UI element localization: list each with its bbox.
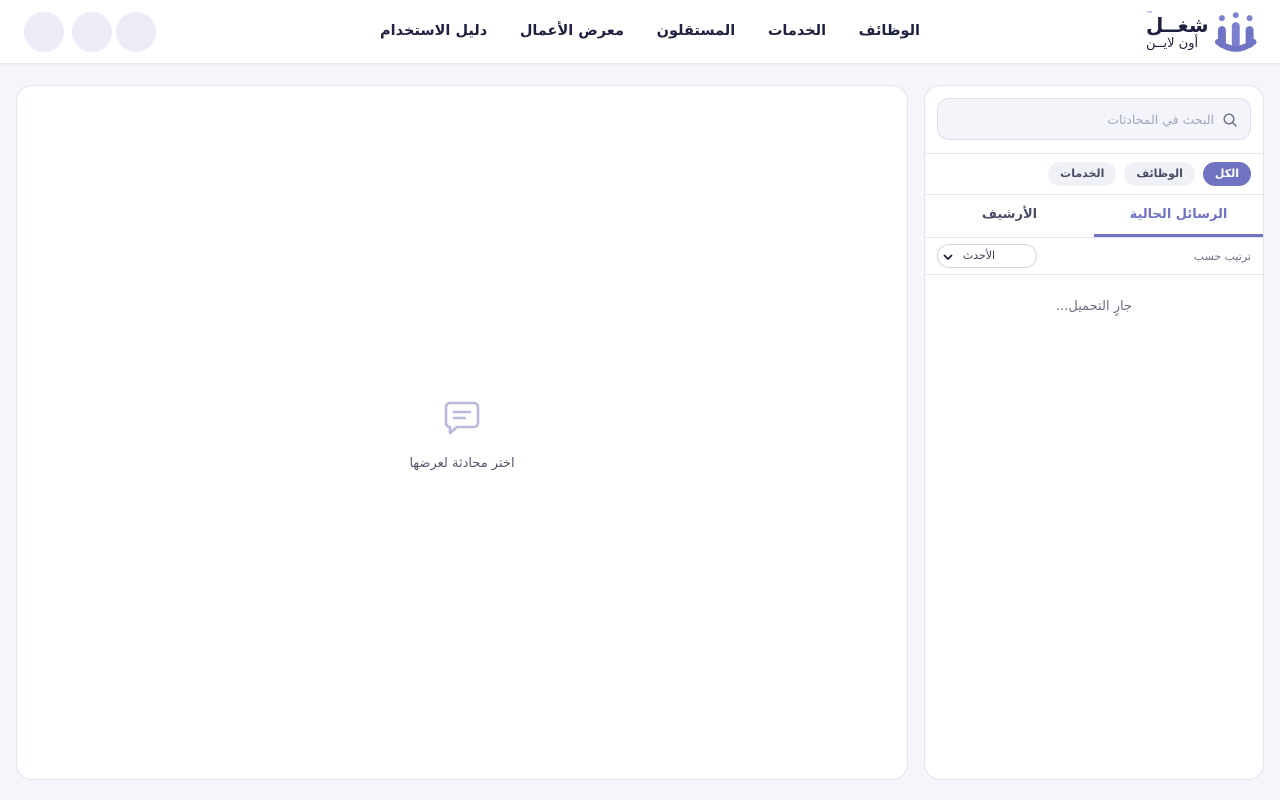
search-box [937,98,1251,140]
empty-state-text: اختر محادثة لعرضها [409,456,515,471]
logo-wordmark: شغــل أون لايــن [1146,15,1208,50]
header-action-button-1[interactable] [24,12,64,52]
nav-link-user-guide[interactable]: دليل الاستخدام [380,23,487,39]
trademark-mark: ™ [1146,10,1153,18]
nav-link-jobs[interactable]: الوظائف [859,23,920,39]
chat-bubble-icon [444,401,480,435]
main-nav: الوظائف الخدمات المستقلون معرض الأعمال د… [380,0,920,62]
logo-mark-icon [1215,12,1258,52]
conversation-panel: اختر محادثة لعرضها [16,85,908,780]
nav-link-services[interactable]: الخدمات [768,23,826,39]
filter-chips: الكل الوظائف الخدمات [925,154,1263,195]
nav-link-freelancers[interactable]: المستقلون [657,23,736,39]
chevron-down-icon [943,254,953,260]
filter-chip-all[interactable]: الكل [1202,162,1251,186]
sort-selected-value: الأحدث [962,249,996,262]
sort-label: ترتيب حسب [1193,249,1251,263]
loading-text: جارٍ التحميل... [1056,299,1132,314]
nav-link-portfolio[interactable]: معرض الأعمال [520,23,624,39]
filter-chip-jobs[interactable]: الوظائف [1124,162,1195,186]
sort-row: ترتيب حسب الأحدث [925,238,1263,275]
conversations-sidebar: الكل الوظائف الخدمات الرسائل الحالية الأ… [924,85,1264,780]
logo-sub-text: أون لايــن [1146,35,1199,51]
empty-state: اختر محادثة لعرضها [17,398,907,471]
search-input[interactable] [938,99,1250,139]
tab-current-messages[interactable]: الرسائل الحالية [1094,195,1263,237]
tab-archive[interactable]: الأرشيف [925,195,1094,237]
header-actions [24,12,156,52]
search-section [925,86,1263,154]
logo-main-text: شغــل [1146,12,1209,37]
search-icon [1223,113,1237,127]
header-action-button-2[interactable] [72,12,112,52]
filter-chip-services[interactable]: الخدمات [1048,162,1117,186]
sort-select[interactable]: الأحدث [937,244,1037,268]
site-logo[interactable]: شغــل أون لايــن ™ [1146,10,1258,54]
message-tabs: الرسائل الحالية الأرشيف [925,195,1263,238]
header-action-button-3[interactable] [116,12,156,52]
top-navbar: شغــل أون لايــن ™ الوظائف الخدمات المست… [0,0,1280,64]
